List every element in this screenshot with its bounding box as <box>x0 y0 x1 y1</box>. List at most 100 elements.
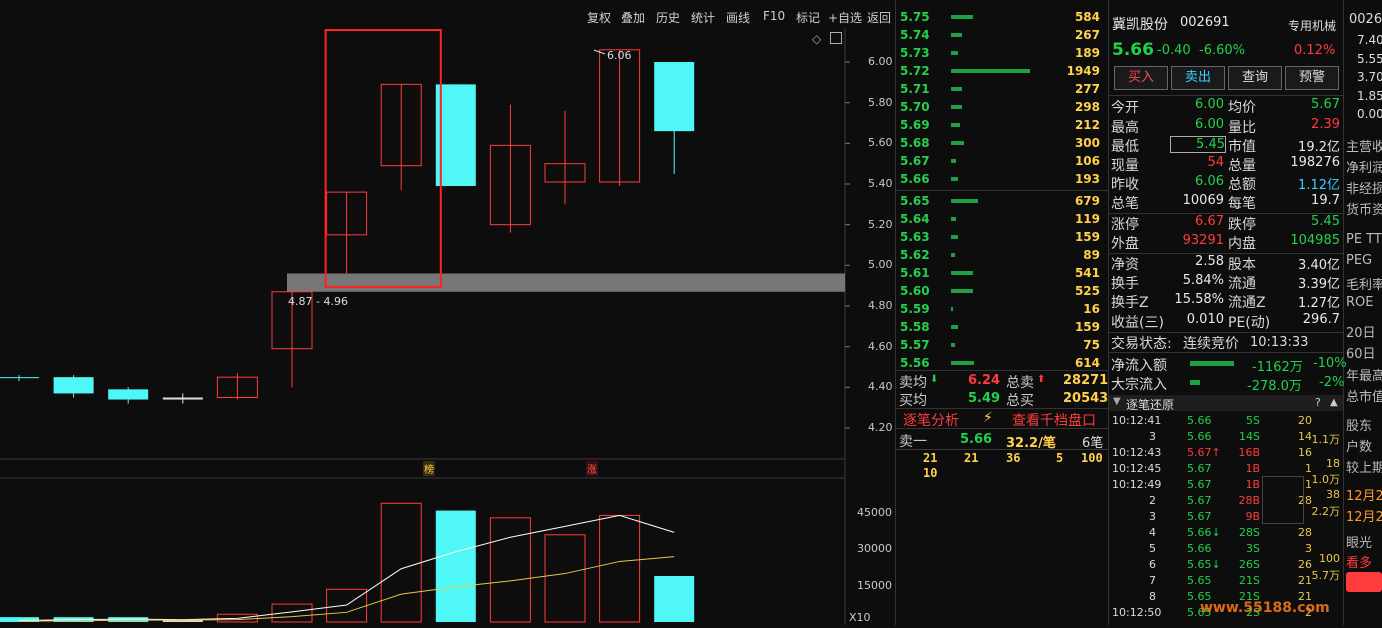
quote-value: 19.2亿 <box>1298 140 1340 155</box>
buy-level[interactable]: 5.57 75 <box>896 336 1106 354</box>
buy-level[interactable]: 5.60 525 <box>896 282 1106 300</box>
alert-button[interactable]: 预警 <box>1285 66 1339 90</box>
buy-level[interactable]: 5.62 89 <box>896 246 1106 264</box>
net-inflow-label: 净流入额 <box>1111 358 1167 374</box>
buy-price: 5.64 <box>900 212 930 226</box>
sell-button[interactable]: 卖出 <box>1171 66 1225 90</box>
sell-volume: 267 <box>1074 28 1100 42</box>
buy-level[interactable]: 5.63 159 <box>896 228 1106 246</box>
buy-price: 5.61 <box>900 266 930 280</box>
buy-volume: 159 <box>1074 230 1100 244</box>
quote-label: 流通 <box>1228 276 1256 292</box>
kline-chart[interactable] <box>0 0 895 625</box>
tick-time: 10:12:49 <box>1112 478 1162 491</box>
stock-name: 冀凯股份 <box>1112 17 1168 33</box>
f10-button[interactable]: F10 <box>763 9 785 23</box>
price-axis-label: 5.00 <box>868 258 893 272</box>
sell-volume: 584 <box>1074 10 1100 24</box>
sell-level[interactable]: 5.67 106 <box>896 152 1106 170</box>
quote-value: 0.010 <box>1186 312 1224 327</box>
buy-price: 5.59 <box>900 302 930 316</box>
volume-bar <box>326 588 368 623</box>
sell-volume-bar <box>951 69 1030 73</box>
sell-volume-bar <box>951 15 973 19</box>
buy-level[interactable]: 5.61 541 <box>896 264 1106 282</box>
side-badge[interactable] <box>1346 572 1382 592</box>
quote-value: 198276 <box>1290 155 1340 170</box>
tick-price: 5.65 <box>1187 574 1212 587</box>
sell-level[interactable]: 5.70 298 <box>896 98 1106 116</box>
zhubi-analysis-link[interactable]: 逐笔分析 <box>903 410 959 430</box>
buy-level[interactable]: 5.59 16 <box>896 300 1106 318</box>
buy-price: 5.65 <box>900 194 930 208</box>
quote-value: 15.58% <box>1174 292 1224 307</box>
add-watchlist-button[interactable]: +自选 <box>828 9 862 26</box>
sell-level[interactable]: 5.69 212 <box>896 116 1106 134</box>
tick-volume: 3S <box>1246 542 1260 555</box>
side-label: PEG <box>1346 253 1373 268</box>
buy-level[interactable]: 5.58 159 <box>896 318 1106 336</box>
volume-axis-label: 45000 <box>857 506 892 519</box>
up-arrow-icon: ⬆ <box>1037 374 1046 385</box>
back-button[interactable]: 返回 <box>867 9 891 26</box>
tick-price: 5.66 <box>1187 414 1212 427</box>
quote-label: 总笔 <box>1111 196 1139 212</box>
diamond-icon[interactable]: ◇ <box>812 32 821 46</box>
window-icon[interactable] <box>830 32 842 44</box>
draw-line-button[interactable]: 画线 <box>726 9 750 26</box>
volume-unit-label: X10 <box>849 611 871 624</box>
tick-time: 4 <box>1149 526 1156 539</box>
fuquan-button[interactable]: 复权 <box>587 9 611 26</box>
sell-price: 5.67 <box>900 154 930 168</box>
quote-value: 1.12亿 <box>1298 178 1340 193</box>
chevron-up-icon[interactable]: ▲ <box>1330 397 1338 408</box>
quote-value: 6.67 <box>1195 214 1224 229</box>
sell-level[interactable]: 5.66 193 <box>896 170 1106 188</box>
sell-level[interactable]: 5.73 189 <box>896 44 1106 62</box>
side-label: 20日 <box>1346 326 1376 341</box>
sell-volume-bar <box>951 141 964 145</box>
sell-level[interactable]: 5.68 300 <box>896 134 1106 152</box>
buy-volume: 541 <box>1074 266 1100 280</box>
bang-tag[interactable]: 榜 <box>423 461 435 476</box>
query-button[interactable]: 查询 <box>1228 66 1282 90</box>
help-icon[interactable]: ? <box>1315 396 1321 409</box>
queue-item: 10 <box>923 466 938 480</box>
buy-level[interactable]: 5.65 679 <box>896 192 1106 210</box>
tick-volume: 21S <box>1239 574 1260 587</box>
industry-label[interactable]: 专用机械 <box>1288 17 1336 34</box>
buy-volume: 89 <box>1083 248 1100 262</box>
side-label: 看多 <box>1346 556 1373 571</box>
side-label: 户数 <box>1346 440 1373 455</box>
stats-button[interactable]: 统计 <box>691 9 715 26</box>
overlay-button[interactable]: 叠加 <box>621 9 645 26</box>
buy-volume: 75 <box>1083 338 1100 352</box>
kline-svg[interactable] <box>0 0 895 625</box>
history-button[interactable]: 历史 <box>656 9 680 26</box>
quote-label: 外盘 <box>1111 236 1139 252</box>
quote-value: 2.58 <box>1195 254 1224 269</box>
zhang-tag[interactable]: 涨 <box>586 461 598 476</box>
sell-level[interactable]: 5.72 1949 <box>896 62 1106 80</box>
mark-button[interactable]: 标记 <box>796 9 820 26</box>
block-inflow-pct: -2% <box>1319 375 1345 390</box>
tick-volume: 28B <box>1238 494 1260 507</box>
sell-level[interactable]: 5.75 584 <box>896 8 1106 26</box>
buy-volume-bar <box>951 361 974 365</box>
buy-level[interactable]: 5.64 119 <box>896 210 1106 228</box>
block-inflow-label: 大宗流入 <box>1111 377 1167 393</box>
quote-value: 93291 <box>1182 233 1224 248</box>
sell-volume: 189 <box>1074 46 1100 60</box>
thousand-level-link[interactable]: 查看千档盘口 <box>1012 410 1096 430</box>
sell-level[interactable]: 5.71 277 <box>896 80 1106 98</box>
tick-time: 10:12:50 <box>1112 606 1162 619</box>
queue-item: 5 <box>1056 451 1064 465</box>
quote-value: 1.27亿 <box>1298 296 1340 311</box>
sell-level[interactable]: 5.74 267 <box>896 26 1106 44</box>
tick-price: 5.67 <box>1187 478 1212 491</box>
quote-label: 净资 <box>1111 257 1139 273</box>
price-axis-label: 4.40 <box>868 380 893 394</box>
buy-button[interactable]: 买入 <box>1114 66 1168 90</box>
quote-label: 今开 <box>1111 100 1139 116</box>
quote-label: 量比 <box>1228 120 1256 136</box>
